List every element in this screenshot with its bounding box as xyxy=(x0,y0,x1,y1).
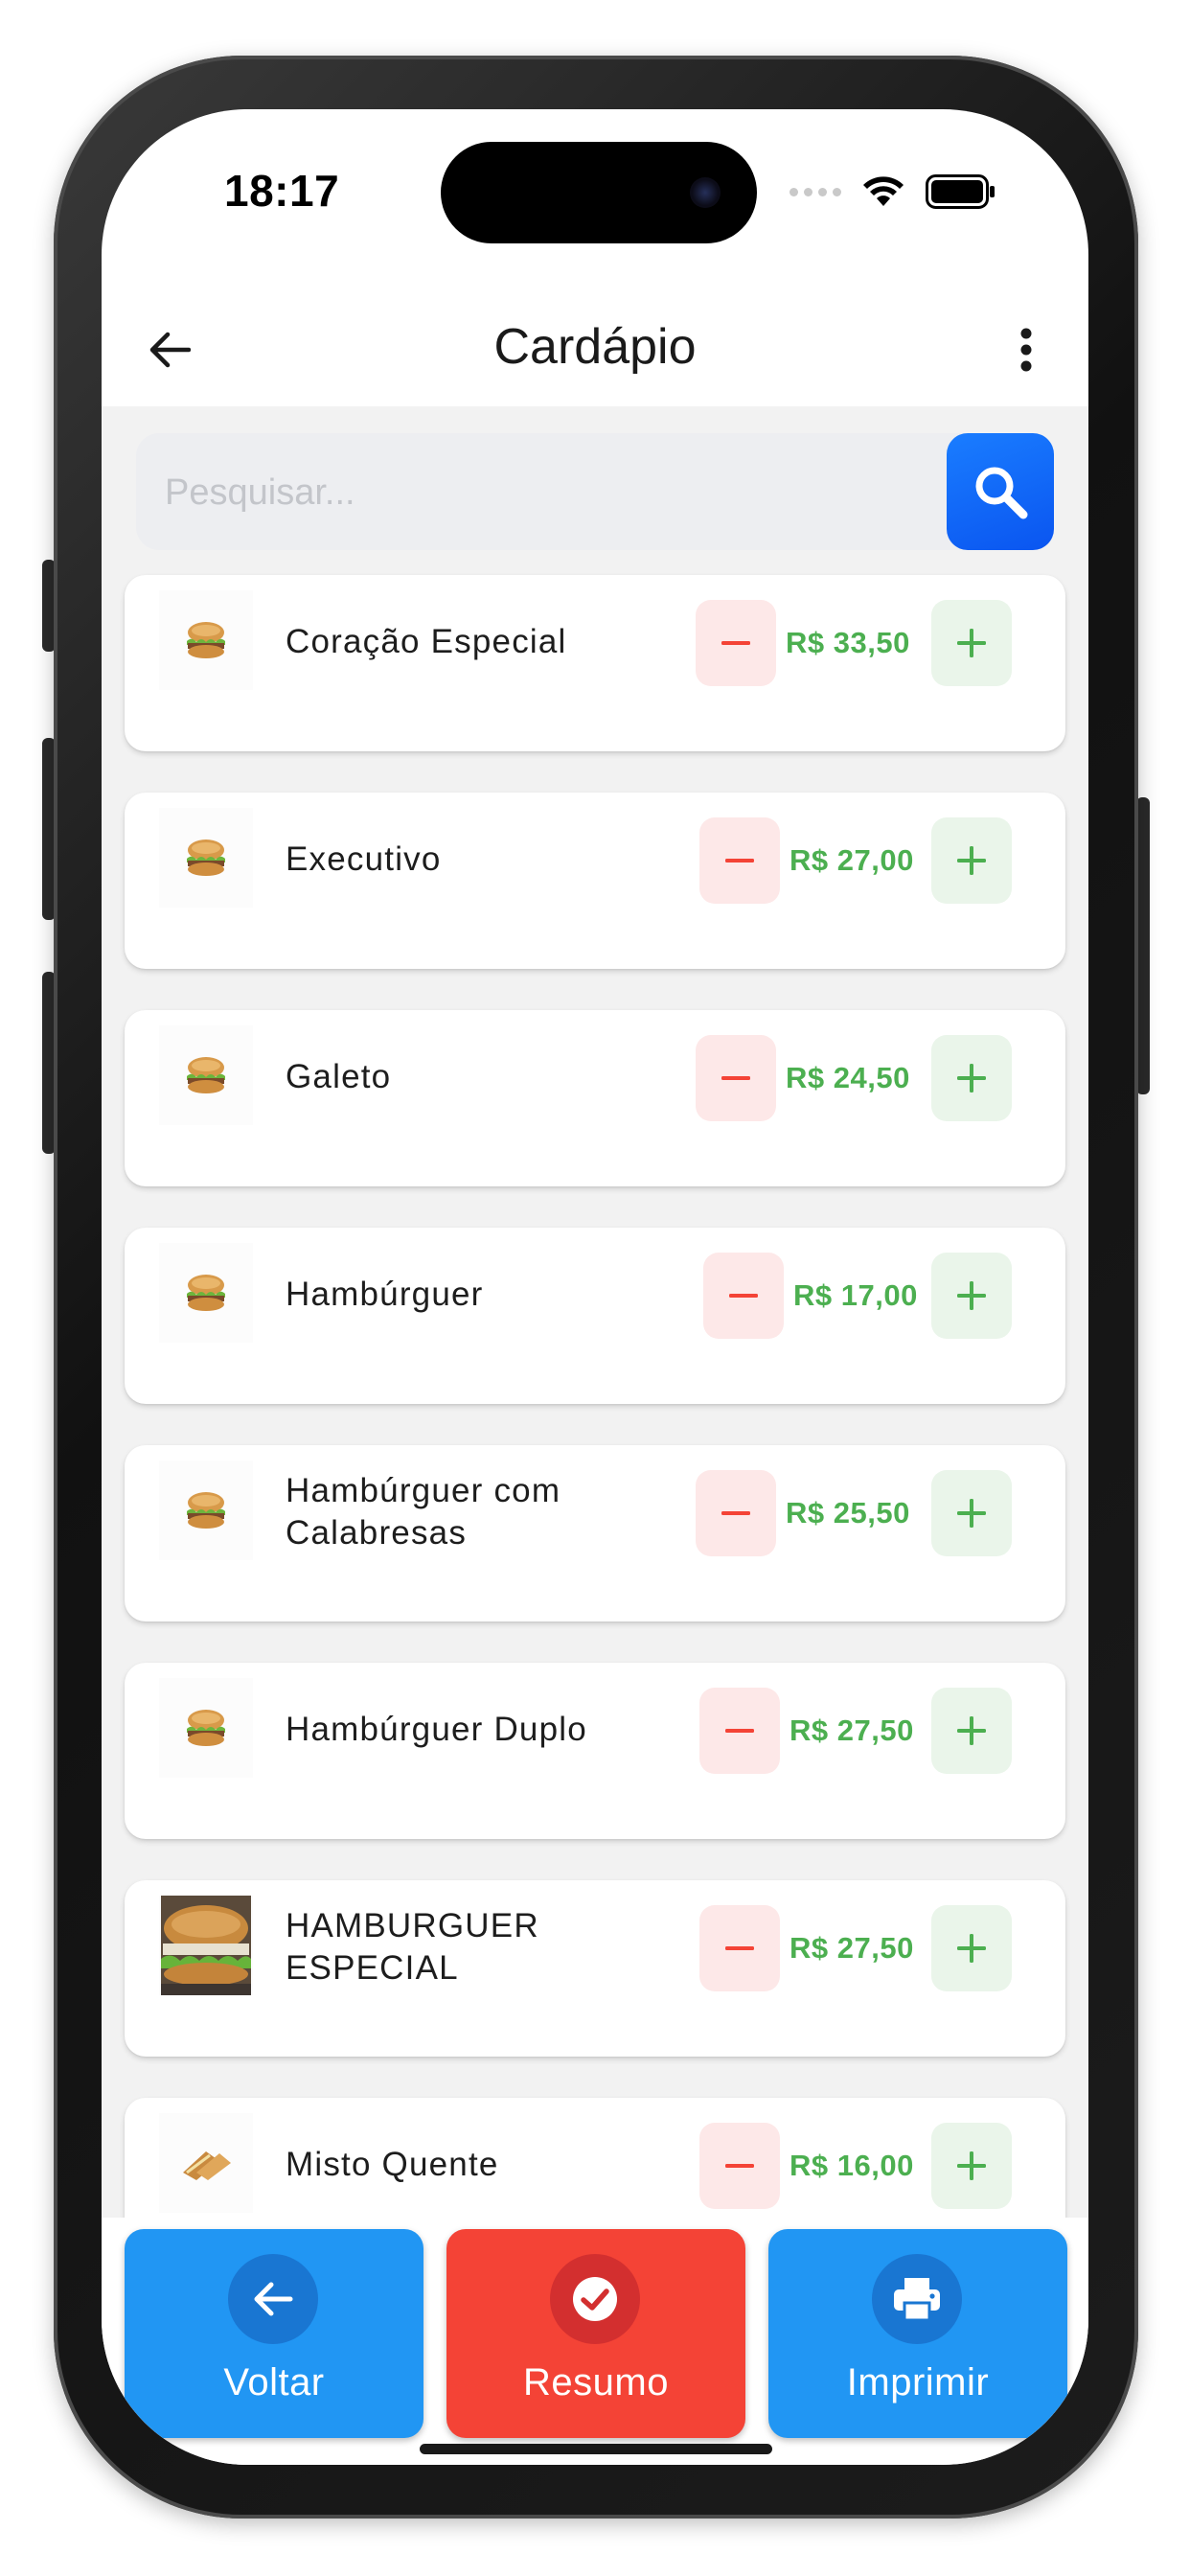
menu-content[interactable]: Coração Especial R$ 33,50 Executivo R$ 27,0… xyxy=(102,406,1088,2218)
minus-icon xyxy=(729,1294,758,1298)
item-price: R$ 16,00 xyxy=(790,2149,914,2182)
item-name: Hambúrguer com Calabresas xyxy=(286,1472,561,1552)
print-button[interactable]: Imprimir xyxy=(768,2229,1067,2438)
item-price: R$ 17,00 xyxy=(793,1278,918,1312)
wifi-icon xyxy=(863,176,904,206)
menu-item-card[interactable]: Misto Quente R$ 16,00 xyxy=(125,2098,1065,2218)
minus-icon xyxy=(725,2164,754,2168)
print-button-label: Imprimir xyxy=(846,2361,990,2404)
item-name: Misto Quente xyxy=(286,2146,499,2183)
increase-quantity-button[interactable] xyxy=(931,1470,1012,1556)
item-thumbnail xyxy=(159,590,253,690)
plus-icon xyxy=(957,1281,986,1310)
item-name: Hambúrguer xyxy=(286,1276,484,1313)
decrease-quantity-button[interactable] xyxy=(699,2123,780,2209)
plus-icon xyxy=(957,629,986,657)
menu-item-card[interactable]: Galeto R$ 24,50 xyxy=(125,1010,1065,1186)
item-name: Executivo xyxy=(286,840,442,878)
app-bar: Cardápio xyxy=(102,291,1088,406)
minus-icon xyxy=(721,1511,750,1515)
item-price: R$ 25,50 xyxy=(786,1496,910,1530)
camera-lens xyxy=(690,177,721,208)
signal-icon xyxy=(790,187,841,196)
phone-screen: 18:17 Cardápio Pesquisar... Coração Espe… xyxy=(102,109,1088,2465)
item-thumbnail xyxy=(159,2113,253,2213)
increase-quantity-button[interactable] xyxy=(931,600,1012,686)
plus-icon xyxy=(957,1064,986,1092)
battery-icon xyxy=(926,174,995,209)
item-name: Galeto xyxy=(286,1058,392,1095)
menu-item-card[interactable]: Executivo R$ 27,00 xyxy=(125,793,1065,969)
increase-quantity-button[interactable] xyxy=(931,1905,1012,1991)
search-bar xyxy=(136,433,1054,552)
plus-icon xyxy=(957,1934,986,1963)
search-input[interactable] xyxy=(163,433,933,552)
item-price: R$ 27,50 xyxy=(790,1714,914,1747)
item-thumbnail xyxy=(159,1896,253,1995)
summary-button[interactable]: Resumo xyxy=(446,2229,745,2438)
item-price: R$ 27,00 xyxy=(790,843,914,877)
decrease-quantity-button[interactable] xyxy=(699,1688,780,1774)
increase-quantity-button[interactable] xyxy=(931,1035,1012,1121)
more-options-icon[interactable] xyxy=(1004,316,1048,383)
arrow-left-icon xyxy=(228,2254,318,2344)
item-name: HAMBURGUER ESPECIAL xyxy=(286,1907,539,1987)
item-price: R$ 33,50 xyxy=(786,626,910,659)
minus-icon xyxy=(725,859,754,862)
item-thumbnail xyxy=(159,1243,253,1343)
status-icons xyxy=(790,172,996,211)
decrease-quantity-button[interactable] xyxy=(696,1470,776,1556)
decrease-quantity-button[interactable] xyxy=(699,817,780,904)
menu-item-card[interactable]: Hambúrguer com Calabresas R$ 25,50 xyxy=(125,1445,1065,1622)
printer-icon xyxy=(872,2254,962,2344)
home-indicator xyxy=(420,2444,772,2454)
menu-item-card[interactable]: Hambúrguer Duplo R$ 27,50 xyxy=(125,1663,1065,1839)
increase-quantity-button[interactable] xyxy=(931,1688,1012,1774)
item-price: R$ 27,50 xyxy=(790,1931,914,1965)
plus-icon xyxy=(957,1716,986,1745)
menu-item-card[interactable]: Hambúrguer R$ 17,00 xyxy=(125,1228,1065,1404)
search-button[interactable] xyxy=(947,433,1054,550)
item-name: Hambúrguer Duplo xyxy=(286,1711,587,1748)
item-thumbnail xyxy=(159,808,253,908)
minus-icon xyxy=(725,1729,754,1733)
increase-quantity-button[interactable] xyxy=(931,2123,1012,2209)
status-time: 18:17 xyxy=(224,166,340,216)
minus-icon xyxy=(725,1946,754,1950)
power-button xyxy=(1136,797,1150,1094)
item-thumbnail xyxy=(159,1678,253,1778)
decrease-quantity-button[interactable] xyxy=(696,1035,776,1121)
bottom-actions: Voltar Resumo Imprimir xyxy=(102,2218,1088,2465)
check-circle-icon xyxy=(550,2254,640,2344)
page-title: Cardápio xyxy=(493,319,697,375)
increase-quantity-button[interactable] xyxy=(931,817,1012,904)
dynamic-island xyxy=(441,142,757,243)
item-thumbnail xyxy=(159,1460,253,1560)
decrease-quantity-button[interactable] xyxy=(696,600,776,686)
plus-icon xyxy=(957,2151,986,2180)
item-name: Coração Especial xyxy=(286,623,567,660)
increase-quantity-button[interactable] xyxy=(931,1253,1012,1339)
item-thumbnail xyxy=(159,1025,253,1125)
minus-icon xyxy=(721,641,750,645)
plus-icon xyxy=(957,846,986,875)
search-icon xyxy=(975,467,1028,519)
minus-icon xyxy=(721,1076,750,1080)
back-button[interactable]: Voltar xyxy=(125,2229,423,2438)
back-button-label: Voltar xyxy=(223,2361,325,2404)
menu-item-card[interactable]: HAMBURGUER ESPECIAL R$ 27,50 xyxy=(125,1880,1065,2057)
decrease-quantity-button[interactable] xyxy=(699,1905,780,1991)
menu-item-card[interactable]: Coração Especial R$ 33,50 xyxy=(125,575,1065,751)
item-price: R$ 24,50 xyxy=(786,1061,910,1094)
decrease-quantity-button[interactable] xyxy=(703,1253,784,1339)
plus-icon xyxy=(957,1499,986,1528)
summary-button-label: Resumo xyxy=(523,2361,669,2404)
